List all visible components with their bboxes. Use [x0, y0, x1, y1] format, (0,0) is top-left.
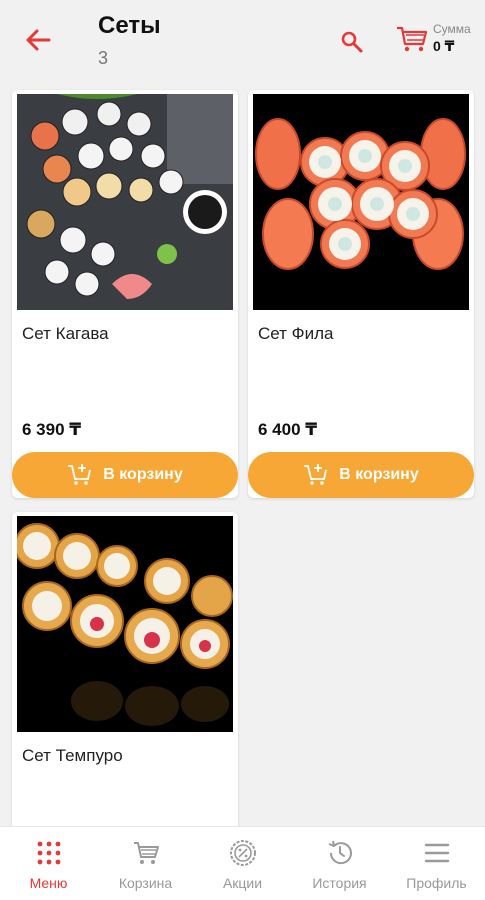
nav-label: Корзина [118, 875, 173, 891]
bottom-navigation: Меню Корзина Акции История Профиль [0, 826, 485, 900]
product-image [17, 94, 233, 310]
product-image [17, 516, 233, 732]
menu-grid-icon [37, 841, 60, 865]
add-to-cart-label: В корзину [339, 466, 419, 483]
nav-item-cart[interactable]: Корзина [97, 827, 194, 900]
nav-item-promotions[interactable]: Акции [194, 827, 291, 900]
nav-label: Профиль [406, 875, 467, 891]
product-name: Сет Темпуро [22, 746, 123, 765]
header-cart-button[interactable]: Сумма 0 ₸ [395, 20, 480, 60]
add-to-cart-button[interactable]: В корзину [248, 452, 474, 498]
add-to-cart-button[interactable]: В корзину [12, 452, 238, 498]
cart-icon [397, 26, 428, 52]
product-price: 6 400 ₸ [258, 420, 318, 439]
nav-label: Меню [29, 875, 68, 891]
arrow-left-icon [26, 29, 51, 51]
add-to-cart-icon [68, 464, 92, 485]
nav-item-history[interactable]: История [291, 827, 388, 900]
add-to-cart-label: В корзину [103, 466, 183, 483]
nav-item-profile[interactable]: Профиль [388, 827, 485, 900]
product-price: 6 390 ₸ [22, 420, 82, 439]
nav-item-menu[interactable]: Меню [0, 827, 97, 900]
product-card[interactable]: Сет Темпуро [12, 512, 238, 832]
back-button[interactable] [22, 24, 54, 56]
search-button[interactable] [338, 28, 366, 56]
search-icon [341, 31, 363, 53]
top-bar: Сеты 3 Сумма 0 ₸ [0, 0, 485, 80]
hamburger-icon [424, 843, 449, 863]
item-count: 3 [98, 48, 109, 68]
product-image [253, 94, 469, 310]
sum-value: 0 ₸ [433, 38, 455, 54]
product-name: Сет Фила [258, 324, 334, 343]
cart-icon [133, 842, 159, 864]
add-to-cart-icon [304, 464, 328, 485]
percent-badge-icon [229, 840, 256, 866]
product-name: Сет Кагава [22, 324, 109, 343]
history-icon [328, 840, 352, 865]
nav-label: Акции [222, 875, 263, 891]
sum-label: Сумма [433, 22, 471, 36]
product-card[interactable]: Сет Фила 6 400 ₸ В корзину [248, 90, 474, 498]
title-block: Сеты 3 [98, 12, 161, 68]
nav-label: История [312, 875, 367, 891]
page-title: Сеты [98, 12, 161, 39]
product-card[interactable]: Сет Кагава 6 390 ₸ В корзину [12, 90, 238, 498]
